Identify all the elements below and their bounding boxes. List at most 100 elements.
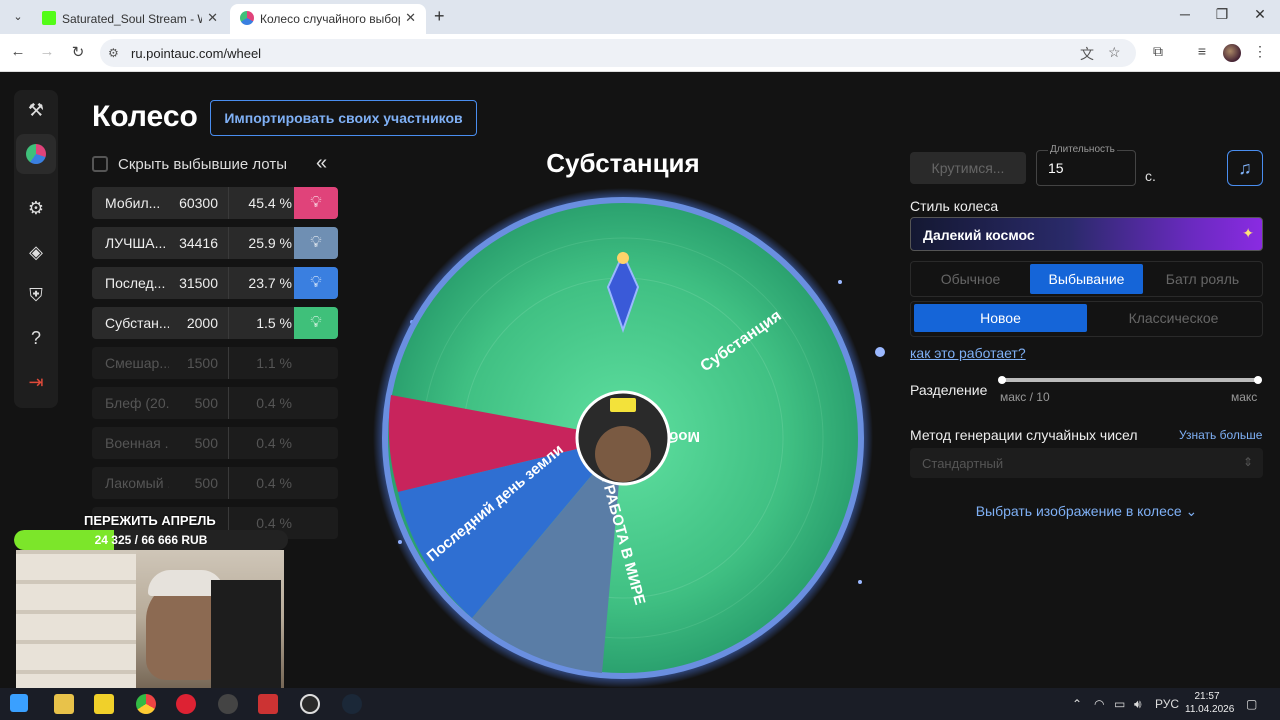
split-slider[interactable] [1000, 378, 1258, 382]
obs-app-icon[interactable] [300, 694, 320, 714]
lot-percent: 0.4 % [256, 515, 292, 531]
tab-search-icon[interactable]: ⌄ [8, 7, 28, 27]
pick-wheel-image-label: Выбрать изображение в колесе [975, 503, 1182, 519]
url-text: ru.pointauc.com/wheel [131, 46, 262, 61]
notifications-icon[interactable]: ▢ [1246, 697, 1257, 711]
app-icon[interactable] [94, 694, 114, 714]
stream-goal-text: 24 325 / 66 666 RUB [94, 533, 208, 547]
lot-row[interactable]: Субстан... 2000 1.5 % 💡︎ [92, 307, 338, 339]
chrome-app-icon[interactable] [136, 694, 156, 714]
language-indicator[interactable]: РУС [1155, 697, 1179, 711]
stream-goal-bar: 24 325 / 66 666 RUB [14, 530, 288, 550]
lot-percent: 25.9 % [248, 235, 292, 251]
lot-divider [228, 467, 229, 499]
clock[interactable]: 21:57 11.04.2026 [1185, 690, 1235, 716]
logout-icon[interactable]: ⇥ [16, 362, 56, 402]
wheel-style-select[interactable]: Далекий космос ✦ [910, 217, 1263, 251]
volume-icon[interactable]: 🔊︎ [1134, 697, 1142, 712]
lot-amount: 1500 [186, 355, 218, 371]
lot-row[interactable]: Блеф (20... 500 0.4 % [92, 387, 338, 419]
split-max-label: макс [1231, 390, 1258, 404]
lot-amount: 31500 [179, 275, 218, 291]
lot-row[interactable]: ЛУЧША... 34416 25.9 % 💡︎ [92, 227, 338, 259]
chevron-down-icon: ⌄ [1185, 503, 1198, 519]
lot-row[interactable]: Послед... 31500 23.7 % 💡︎ [92, 267, 338, 299]
address-bar[interactable]: ⚙ ru.pointauc.com/wheel 文 ☆ [100, 39, 1136, 67]
app-icon[interactable] [218, 694, 238, 714]
settings-gear-icon[interactable]: ⚙ [16, 188, 56, 228]
reload-icon[interactable]: ↻ [68, 43, 88, 61]
help-icon[interactable]: ? [16, 318, 56, 358]
lot-row[interactable]: Смешар... 1500 1.1 % [92, 347, 338, 379]
center-avatar-face [595, 426, 651, 482]
bookmark-star-icon[interactable]: ☆ [1108, 44, 1121, 61]
lot-bulb-icon[interactable]: 💡︎ [294, 267, 338, 299]
wheel-favicon-icon [240, 11, 254, 25]
app-content: ⚒ ⚙ ◈ ⛨ ? ⇥ Колесо Импортировать своих у… [0, 72, 1280, 700]
variant-new[interactable]: Новое [914, 304, 1087, 332]
lot-row[interactable]: Мобил... 60300 45.4 % 💡︎ [92, 187, 338, 219]
tab-wheel[interactable]: Колесо случайного выбора - P ✕ [230, 4, 426, 34]
collapse-panel-icon[interactable]: « [316, 152, 327, 175]
split-slider-max-handle[interactable] [1254, 376, 1262, 384]
wheel-pie-icon[interactable] [16, 134, 56, 174]
start-windows-icon[interactable] [10, 694, 28, 712]
lot-divider [228, 347, 229, 379]
mode-normal[interactable]: Обычное [913, 264, 1028, 294]
battery-icon[interactable]: ▭ [1114, 697, 1125, 711]
media-queue-icon[interactable]: ≡ [1192, 43, 1212, 59]
app-icon[interactable] [176, 694, 196, 714]
duration-unit: с. [1145, 168, 1156, 184]
rng-method-label: Метод генерации случайных чисел [910, 427, 1138, 443]
close-tab-icon[interactable]: ✕ [207, 10, 218, 26]
minimize-icon[interactable]: ─ [1175, 6, 1195, 22]
clock-time: 21:57 [1194, 691, 1220, 702]
site-info-icon[interactable]: ⚙ [108, 46, 119, 60]
wheel-svg[interactable]: Мобильник Последний день земли Я РАБОТА … [340, 162, 910, 692]
wheel-area: Мобильник Последний день земли Я РАБОТА … [340, 162, 910, 692]
lot-bulb-icon[interactable]: 💡︎ [294, 187, 338, 219]
app-icon[interactable] [258, 694, 278, 714]
variant-classic[interactable]: Классическое [1087, 304, 1260, 332]
spin-button[interactable]: Крутимся... [910, 152, 1026, 184]
menu-kebab-icon[interactable]: ⋮ [1250, 43, 1270, 60]
lot-amount: 34416 [179, 235, 218, 251]
rng-learn-more-link[interactable]: Узнать больше [1179, 428, 1262, 442]
lot-bulb-icon[interactable]: 💡︎ [294, 307, 338, 339]
wifi-icon[interactable]: ◠ [1094, 697, 1104, 711]
hide-eliminated-checkbox[interactable] [92, 156, 108, 172]
close-window-icon[interactable]: ✕ [1250, 6, 1270, 23]
clock-date: 11.04.2026 [1185, 704, 1235, 715]
shield-icon[interactable]: ⛨ [16, 275, 56, 315]
tab-stream[interactable]: Saturated_Soul Stream - Watch ✕ [32, 4, 228, 34]
extensions-icon[interactable]: ⧉ [1148, 43, 1168, 60]
profile-avatar[interactable] [1223, 44, 1241, 62]
layers-icon[interactable]: ◈ [16, 232, 56, 272]
split-slider-min-handle[interactable] [998, 376, 1006, 384]
new-tab-icon[interactable]: + [434, 6, 445, 27]
steam-app-icon[interactable] [342, 694, 362, 714]
translate-icon[interactable]: 文 [1080, 44, 1094, 64]
mode-elimination[interactable]: Выбывание [1030, 264, 1143, 294]
back-icon[interactable]: ← [8, 43, 28, 60]
lot-bulb-icon[interactable]: 💡︎ [294, 227, 338, 259]
tray-chevron-icon[interactable]: ⌃ [1072, 697, 1082, 711]
import-participants-button[interactable]: Импортировать своих участников [210, 100, 477, 136]
wheel-style-label: Стиль колеса [910, 198, 999, 214]
forward-icon[interactable]: → [37, 43, 57, 60]
pick-wheel-image-button[interactable]: Выбрать изображение в колесе ⌄ [910, 503, 1263, 520]
close-tab-icon[interactable]: ✕ [405, 10, 416, 26]
lot-row[interactable]: Военная ... 500 0.4 % [92, 427, 338, 459]
how-it-works-link[interactable]: как это работает? [910, 345, 1026, 361]
lot-name: ЛУЧША... [105, 235, 167, 251]
auction-hammer-icon[interactable]: ⚒ [16, 90, 56, 130]
mode-battle-royale[interactable]: Батл рояль [1145, 264, 1260, 294]
maximize-icon[interactable]: ❐ [1212, 6, 1232, 23]
music-note-icon[interactable]: ♫ [1227, 150, 1263, 186]
webcam-feed [16, 550, 284, 700]
lot-percent: 1.1 % [256, 355, 292, 371]
lot-row[interactable]: Лакомый ... 500 0.4 % [92, 467, 338, 499]
explorer-app-icon[interactable] [54, 694, 74, 714]
hide-eliminated-label: Скрыть выбывшие лоты [118, 156, 287, 173]
rng-method-select[interactable]: Стандартный ⇕ [910, 448, 1263, 478]
